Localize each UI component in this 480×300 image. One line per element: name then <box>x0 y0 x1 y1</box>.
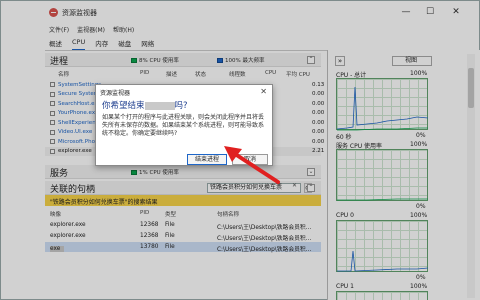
dialog-close-icon[interactable]: ✕ <box>260 87 267 96</box>
redacted-process-name <box>144 101 175 110</box>
dialog-message: 如果某个打开的程序与此进程关联，则会关闭此程序并且将丢失所有未保存的数据。如果结… <box>102 114 265 137</box>
end-process-button[interactable]: 结束进程 <box>187 154 227 165</box>
red-pointer-arrow-icon <box>224 146 280 184</box>
dialog-question: 你希望结束 吗? <box>102 101 188 111</box>
dialog-title: 资源监视器 <box>100 90 131 97</box>
